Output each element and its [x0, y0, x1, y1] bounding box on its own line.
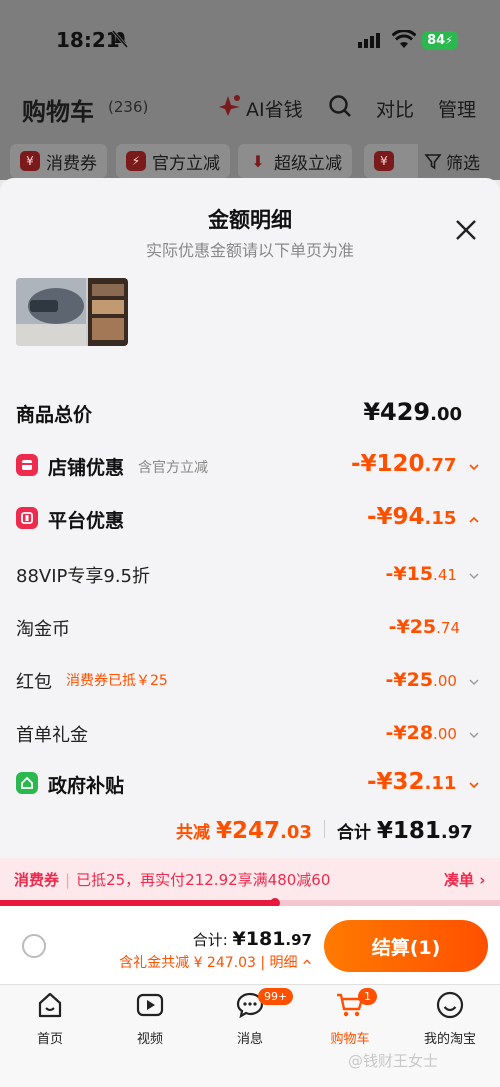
tab-video[interactable]: 视频 [100, 990, 200, 1047]
row-label-gov: 政府补贴 [48, 775, 125, 797]
wifi-icon [392, 30, 416, 48]
filter-chip-more[interactable]: ¥ [364, 144, 424, 178]
coupon-icon: ¥ [374, 151, 394, 171]
compare-button[interactable]: 对比 [376, 95, 414, 122]
bell-muted-icon [112, 30, 128, 48]
coupon-bar-text: 消费券 | 已抵25，再实付212.92享满480减60 [14, 871, 331, 889]
row-label-total: 商品总价 [16, 404, 93, 426]
sheet-title: 金额明细 [208, 208, 292, 232]
battery-indicator: 84 ⚡ [422, 31, 458, 50]
shop-discount-icon [16, 454, 38, 476]
row-tag-shop: 含官方立减 [138, 460, 208, 476]
close-icon[interactable] [454, 218, 478, 242]
row-label-shop: 店铺优惠 [48, 457, 125, 479]
row-value-total: ¥429.00 [363, 398, 462, 426]
search-icon[interactable] [328, 94, 352, 118]
chevron-up-icon [469, 516, 479, 523]
government-subsidy-icon [16, 772, 38, 794]
chevron-down-icon [469, 732, 479, 738]
chevron-down-icon [469, 679, 479, 685]
row-value-shop[interactable]: -¥120.77 [330, 451, 480, 477]
filter-chip-official[interactable]: ⚡ 官方立减 [116, 144, 230, 178]
filter-chip-super[interactable]: ⬇ 超级立减 [238, 144, 352, 178]
tab-home[interactable]: 首页 [0, 990, 100, 1047]
row-value-vip[interactable]: -¥15.41 [330, 563, 480, 585]
cart-badge: 1 [358, 988, 377, 1005]
row-label-coin: 淘金币 [16, 619, 70, 640]
watermark: @钱财王女士 [348, 1052, 439, 1070]
summary-total-label: 合计 [336, 823, 371, 843]
summary-discount-label: 共减 [176, 823, 210, 843]
select-all-checkbox[interactable] [22, 934, 46, 958]
settle-button[interactable]: 结算(1) [324, 920, 488, 972]
checkout-discount-detail[interactable]: 含礼金共减 ¥ 247.03 | 明细 [96, 952, 312, 972]
chevron-down-icon [469, 781, 479, 788]
manage-button[interactable]: 管理 [438, 95, 476, 122]
row-value-redpack[interactable]: -¥25.00 [330, 669, 480, 691]
home-icon [38, 992, 62, 1018]
row-value-gov[interactable]: -¥32.11 [330, 769, 480, 795]
summary-line: 共减 ¥247 .03 合计 ¥181 .97 [176, 818, 473, 844]
filter-chip-coupon[interactable]: ¥ 消费券 [10, 144, 107, 178]
filter-icon [424, 154, 442, 170]
add-items-link[interactable]: 凑单 › [444, 869, 485, 890]
message-badge: 99+ [258, 988, 294, 1005]
coupon-icon: ¥ [20, 151, 40, 171]
checkout-total: 合计: ¥181.97 [192, 928, 312, 950]
page-title: 购物车 [22, 98, 94, 126]
row-label-redpack: 红包 [16, 672, 52, 693]
row-label-platform: 平台优惠 [48, 510, 125, 532]
chevron-up-icon [303, 959, 311, 965]
filter-button[interactable]: 筛选 [418, 144, 480, 178]
row-value-platform[interactable]: -¥94.15 [330, 504, 480, 530]
row-tag-redpack: 消费券已抵￥25 [66, 673, 168, 689]
tab-profile[interactable]: 我的淘宝 [400, 990, 500, 1047]
video-icon [136, 993, 164, 1017]
down-arrow-icon: ⬇ [251, 151, 265, 171]
cart-count: (236) [108, 98, 149, 116]
chevron-down-icon [469, 463, 479, 470]
product-thumbnail [16, 278, 128, 346]
ai-save-button[interactable]: AI省钱 [246, 95, 303, 122]
row-label-vip: 88VIP专享9.5折 [16, 566, 151, 587]
ai-sparkle-icon[interactable] [218, 93, 242, 117]
summary-total-value: ¥181 [376, 818, 441, 844]
tab-cart[interactable]: 购物车 [300, 990, 400, 1047]
lightning-icon: ⚡ [126, 151, 146, 171]
row-value-firstorder[interactable]: -¥28.00 [330, 722, 480, 744]
summary-discount-value: ¥247 [216, 818, 281, 844]
row-value-coin: -¥25.74 [388, 616, 460, 638]
chevron-down-icon [469, 573, 479, 579]
sheet-subtitle: 实际优惠金额请以下单页为准 [145, 241, 354, 260]
row-label-firstorder: 首单礼金 [16, 725, 88, 746]
signal-icon [358, 33, 380, 48]
platform-discount-icon [16, 507, 38, 529]
profile-icon [436, 991, 464, 1019]
status-time: 18:21 [56, 28, 120, 52]
